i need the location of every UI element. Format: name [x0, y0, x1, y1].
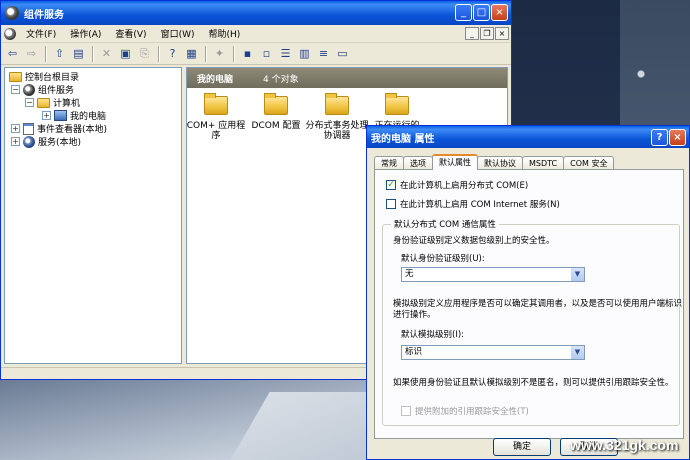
tab-com-security[interactable]: COM 安全 — [563, 156, 615, 170]
auth-description: 身份验证级别定义数据包级别上的安全性。 — [393, 236, 555, 246]
properties-icon[interactable]: ▣ — [117, 45, 134, 62]
ok-button[interactable]: 确定 — [493, 438, 551, 456]
tab-general[interactable]: 常规 — [374, 156, 404, 170]
chevron-down-icon[interactable]: ▼ — [570, 346, 584, 359]
result-header-count: 4 个对象 — [263, 74, 299, 85]
show-tree-icon[interactable]: ▤ — [70, 45, 87, 62]
menu-view[interactable]: 查看(V) — [108, 27, 153, 40]
folder-icon — [385, 93, 409, 115]
checkbox-unchecked[interactable] — [386, 199, 396, 209]
tree-item-console-root[interactable]: 控制台根目录 — [9, 70, 79, 83]
folder-icon — [204, 93, 228, 115]
tree-item-event-viewer[interactable]: + 事件查看器(本地) — [11, 122, 107, 135]
dialog-titlebar: 我的电脑 属性 — [367, 126, 689, 148]
enable-com-internet-checkbox[interactable]: 在此计算机上启用 COM Internet 服务(N) — [386, 198, 560, 210]
new-item-icon[interactable]: ✦ — [211, 45, 228, 62]
main-titlebar: 组件服务 — [1, 1, 511, 25]
dialog-close-button[interactable]: × — [669, 129, 686, 146]
menu-file[interactable]: 文件(F) — [19, 27, 63, 40]
tree-item-my-computer[interactable]: + 我的电脑 — [42, 109, 106, 122]
item-dcom-config[interactable]: DCOM 配置 — [244, 93, 308, 131]
dialog-help-button[interactable]: ? — [651, 129, 668, 146]
folder-icon — [325, 93, 349, 115]
toolbar: ⇦ ⇨ ⇧ ▤ ✕ ▣ ⎘ ? ▦ ✦ ▪ ▫ ☰ ▥ ≡ ▭ — [1, 43, 511, 65]
tab-options[interactable]: 选项 — [403, 156, 433, 170]
impersonation-level-label: 默认模拟级别(I): — [401, 330, 465, 340]
folder-icon — [264, 93, 288, 115]
small-icons-view-icon[interactable]: ▫ — [258, 45, 275, 62]
computer-icon[interactable]: ▭ — [334, 45, 351, 62]
collapse-icon[interactable]: − — [11, 85, 20, 94]
export-icon[interactable]: ⎘ — [136, 45, 153, 62]
menu-help[interactable]: 帮助(H) — [202, 27, 248, 40]
chevron-down-icon[interactable]: ▼ — [570, 268, 584, 281]
back-icon[interactable]: ⇦ — [4, 45, 21, 62]
expand-icon[interactable]: + — [11, 137, 20, 146]
list-view-icon[interactable]: ☰ — [277, 45, 294, 62]
item-distributed-transaction-coordinator[interactable]: 分布式事务处理协调器 — [305, 93, 369, 141]
up-folder-icon[interactable]: ⇧ — [51, 45, 68, 62]
auth-level-label: 默认身份验证级别(U): — [401, 254, 485, 264]
expand-icon[interactable]: + — [42, 111, 51, 120]
tree-item-component-services[interactable]: − 组件服务 — [11, 83, 74, 96]
child-close-button[interactable]: × — [495, 27, 509, 40]
item-com-plus-applications[interactable]: COM+ 应用程序 — [184, 93, 248, 141]
enable-dcom-checkbox[interactable]: ✓ 在此计算机上启用分布式 COM(E) — [386, 179, 528, 191]
status-view-icon[interactable]: ≡ — [315, 45, 332, 62]
group-title: 默认分布式 COM 通信属性 — [391, 218, 499, 230]
component-services-icon — [23, 83, 35, 96]
checkbox-disabled[interactable] — [401, 406, 411, 416]
tree-item-services[interactable]: + 服务(本地) — [11, 135, 81, 148]
maximize-button[interactable]: □ — [473, 4, 490, 21]
result-header: 我的电脑 4 个对象 — [187, 68, 507, 88]
menu-window[interactable]: 窗口(W) — [154, 27, 202, 40]
my-computer-properties-dialog: 我的电脑 属性 ? × 常规 选项 默认属性 默认协议 MSDTC COM 安全… — [366, 125, 690, 460]
console-menu-icon[interactable] — [4, 27, 16, 40]
tab-default-protocols[interactable]: 默认协议 — [477, 156, 523, 170]
checkbox-checked[interactable]: ✓ — [386, 180, 396, 190]
detail-view-icon[interactable]: ▥ — [296, 45, 313, 62]
delete-icon[interactable]: ✕ — [98, 45, 115, 62]
dialog-tabs: 常规 选项 默认属性 默认协议 MSDTC COM 安全 — [374, 154, 615, 170]
main-window-title: 组件服务 — [24, 9, 64, 21]
reference-tracking-checkbox[interactable]: 提供附加的引用跟踪安全性(T) — [401, 405, 529, 417]
folder-icon — [37, 97, 50, 108]
child-restore-button[interactable]: ❐ — [480, 27, 494, 40]
impersonation-level-select[interactable]: 标识 ▼ — [401, 345, 585, 360]
computer-icon — [54, 110, 67, 121]
expand-icon[interactable]: + — [11, 124, 20, 133]
reference-tracking-description: 如果使用身份验证且默认模拟级别不是匿名，则可以提供引用跟踪安全性。 — [393, 378, 674, 388]
folder-icon — [9, 71, 22, 82]
close-button[interactable]: × — [491, 4, 508, 21]
menubar: 文件(F) 操作(A) 查看(V) 窗口(W) 帮助(H) _ ❐ × — [1, 25, 511, 43]
tree-item-computers[interactable]: − 计算机 — [25, 96, 80, 109]
auth-level-select[interactable]: 无 ▼ — [401, 267, 585, 282]
services-gear-icon — [23, 135, 35, 148]
forward-icon[interactable]: ⇨ — [23, 45, 40, 62]
console-tree: 控制台根目录 − 组件服务 − 计算机 + 我的电脑 + 事件查看器(本地) +… — [4, 67, 182, 364]
dialog-title: 我的电脑 属性 — [371, 133, 435, 145]
child-minimize-button[interactable]: _ — [465, 27, 479, 40]
event-viewer-icon — [23, 122, 34, 135]
minimize-button[interactable]: _ — [455, 4, 472, 21]
menu-action[interactable]: 操作(A) — [63, 27, 108, 40]
impersonation-description: 模拟级别定义应用程序是否可以确定其调用者，以及是否可以使用用户端标识进行操作。 — [393, 299, 683, 320]
console-icon[interactable]: ▦ — [183, 45, 200, 62]
help-icon[interactable]: ? — [164, 45, 181, 62]
result-header-title: 我的电脑 — [197, 74, 234, 85]
large-icons-view-icon[interactable]: ▪ — [239, 45, 256, 62]
site-watermark: www.321gk.com — [570, 437, 679, 453]
tab-msdtc[interactable]: MSDTC — [522, 156, 565, 170]
tab-default-properties[interactable]: 默认属性 — [432, 154, 478, 170]
component-services-icon — [5, 6, 19, 20]
collapse-icon[interactable]: − — [25, 98, 34, 107]
